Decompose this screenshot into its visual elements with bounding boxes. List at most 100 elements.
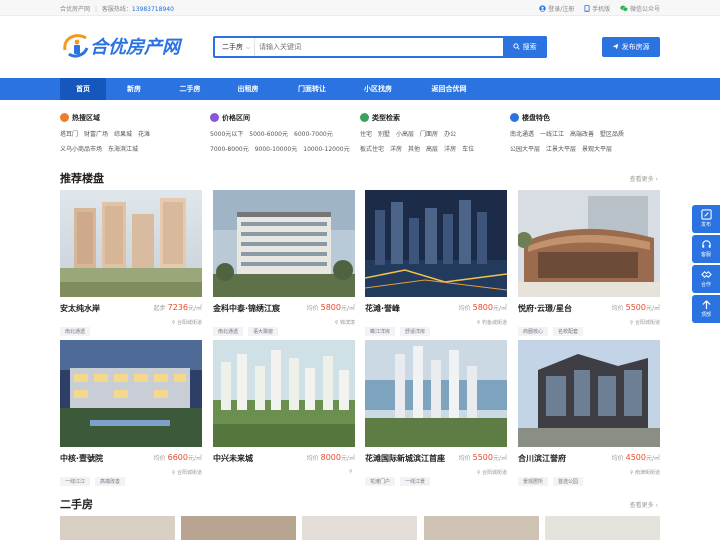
filter-link[interactable]: 5000元以下 (210, 131, 243, 138)
property-image[interactable] (518, 190, 660, 297)
property-image[interactable] (213, 340, 355, 447)
search-category-select[interactable]: 二手房 ⌵ (215, 38, 255, 56)
property-illustration (60, 340, 202, 447)
property-name[interactable]: 悦府·云璟/星台 (518, 303, 572, 314)
nav-shop-transfer[interactable]: 门面转让 (290, 78, 334, 100)
property-name[interactable]: 花滩·誉峰 (365, 303, 400, 314)
mobile-link[interactable]: 手机版 (592, 6, 610, 13)
property-card[interactable]: 安太纯水岸 起步 7236元/㎡ 南北通透 ⚲ 合阳城街道 (60, 190, 202, 336)
property-image[interactable] (60, 190, 202, 297)
nav-rental[interactable]: 出租房 (230, 78, 266, 100)
nav-back-main[interactable]: 返回合优网 (424, 78, 474, 100)
property-image[interactable] (518, 340, 660, 447)
property-name[interactable]: 安太纯水岸 (60, 303, 100, 314)
filter-link[interactable]: 10000-12000元 (303, 146, 349, 153)
more-label: 查看更多 (629, 176, 654, 183)
nav-new-homes[interactable]: 新房 (116, 78, 152, 100)
property-name[interactable]: 金科中泰·锦绣江宸 (213, 303, 280, 314)
property-name[interactable]: 合川滨江誉府 (518, 453, 566, 464)
property-card[interactable]: 花滩国际新城滨江首座 均价 5500元/㎡ 花滩门户 一线江景 ⚲ 合阳城街道 (365, 340, 507, 486)
search-button[interactable]: 搜索 (503, 36, 547, 58)
property-name[interactable]: 中核·壹號院 (60, 453, 103, 464)
wechat-link[interactable]: 微信公众号 (630, 6, 660, 13)
property-location: ⚲ (349, 469, 353, 475)
tag: 南北通透 (60, 327, 91, 336)
tag-list: 一线江江 高端改善 (60, 468, 130, 487)
publish-listing-button[interactable]: 发布房源 (602, 37, 660, 57)
wechat-icon (620, 5, 628, 14)
listing-thumbnail[interactable] (302, 516, 417, 540)
secondhand-more-link[interactable]: 查看更多 › (630, 500, 658, 509)
filter-link[interactable]: 塔耳门 (60, 131, 78, 138)
search-input[interactable] (259, 40, 499, 54)
filter-link[interactable]: 5000-6000元 (249, 131, 288, 138)
filter-link[interactable]: 高层 (426, 146, 438, 153)
filter-link[interactable]: 车位 (462, 146, 474, 153)
filter-link[interactable]: 门面房 (420, 131, 438, 138)
filter-link[interactable]: 9000-10000元 (255, 146, 298, 153)
filter-link[interactable]: 南北通透 (510, 131, 534, 138)
filter-link[interactable]: 江景大平层 (546, 146, 576, 153)
sidebar-publish-button[interactable]: 发布 (692, 205, 720, 233)
tag: 名校配套 (553, 327, 584, 336)
sidebar-service-button[interactable]: 客服 (692, 235, 720, 263)
login-link[interactable]: 登录/注册 (548, 6, 574, 13)
filter-link[interactable]: 义乌小商品市场 (60, 146, 102, 153)
filter-link[interactable]: 板式住宅 (360, 146, 384, 153)
property-card[interactable]: 金科中泰·锦绣江宸 均价 5800元/㎡ 南北通透 语大飘窗 ⚲ 锦滨境 (213, 190, 355, 336)
property-price: 均价 8000元/㎡ (307, 453, 355, 462)
property-image[interactable] (213, 190, 355, 297)
filter-link[interactable]: 别墅 (378, 131, 390, 138)
more-label: 查看更多 (629, 502, 654, 509)
price-unit: 元/㎡ (492, 305, 507, 312)
filter-link[interactable]: 住宅 (360, 131, 372, 138)
listing-thumbnail[interactable] (60, 516, 175, 540)
property-price: 起步 7236元/㎡ (154, 303, 202, 312)
filter-link[interactable]: 7000-8000元 (210, 146, 249, 153)
price-value: 4500 (625, 453, 646, 462)
filter-link[interactable]: 综果城 (114, 131, 132, 138)
property-image[interactable] (365, 340, 507, 447)
property-card[interactable]: 悦府·云璟/星台 均价 5500元/㎡ 商圈核心 名校配套 ⚲ 合阳城街道 (518, 190, 660, 336)
filter-link[interactable]: 东海滨江城 (108, 146, 138, 153)
filter-link[interactable]: 景观大平层 (582, 146, 612, 153)
location-icon (60, 113, 69, 122)
recommend-more-link[interactable]: 查看更多 › (630, 174, 658, 183)
filter-link[interactable]: 洋房 (390, 146, 402, 153)
property-name[interactable]: 中兴未来城 (213, 453, 253, 464)
filter-link[interactable]: 一线江江 (540, 131, 564, 138)
property-image[interactable] (60, 340, 202, 447)
property-card[interactable]: 中兴未来城 均价 8000元/㎡ ⚲ (213, 340, 355, 475)
property-image[interactable] (365, 190, 507, 297)
filter-link[interactable]: 办公 (444, 131, 456, 138)
price-unit: 元/㎡ (645, 305, 660, 312)
main-nav: 首页 新房 二手房 出租房 门面转让 小区找房 返回合优网 (0, 78, 720, 100)
filter-link[interactable]: 6000-7000元 (294, 131, 333, 138)
site-name[interactable]: 合优房产网 (60, 6, 90, 13)
nav-home[interactable]: 首页 (60, 78, 106, 100)
property-name[interactable]: 花滩国际新城滨江首座 (365, 453, 445, 464)
back-to-top-button[interactable]: 顶部 (692, 295, 720, 323)
filter-link[interactable]: 洋房 (444, 146, 456, 153)
listing-thumbnail[interactable] (545, 516, 660, 540)
property-card[interactable]: 中核·壹號院 均价 6600元/㎡ 一线江江 高端改善 ⚲ 合阳城街道 (60, 340, 202, 486)
filter-link[interactable]: 花滩 (138, 131, 150, 138)
chevron-down-icon: ⌵ (246, 45, 251, 51)
property-card[interactable]: 合川滨江誉府 均价 4500元/㎡ 景观居所 首选公园 ⚲ 南津街街道 (518, 340, 660, 486)
filter-link[interactable]: 公园大平层 (510, 146, 540, 153)
filter-link[interactable]: 财富广场 (84, 131, 108, 138)
nav-community[interactable]: 小区找房 (356, 78, 400, 100)
listing-thumbnail[interactable] (181, 516, 296, 540)
property-card[interactable]: 花滩·誉峰 均价 5800元/㎡ 瞰江洋房 舒适洋房 ⚲ 钓鱼城街道 (365, 190, 507, 336)
filter-link[interactable]: 墅区品质 (600, 131, 624, 138)
property-location: ⚲ 锦滨境 (335, 319, 355, 326)
filter-link[interactable]: 其他 (408, 146, 420, 153)
filter-link[interactable]: 小高层 (396, 131, 414, 138)
listing-thumbnail[interactable] (424, 516, 539, 540)
nav-secondhand[interactable]: 二手房 (172, 78, 208, 100)
sidebar-cooperate-button[interactable]: 合作 (692, 265, 720, 293)
sidebar-label: 合作 (700, 282, 711, 288)
filter-link[interactable]: 高端改善 (570, 131, 594, 138)
pin-icon: ⚲ (171, 470, 176, 476)
site-logo[interactable]: 合优房产网 (60, 28, 210, 62)
